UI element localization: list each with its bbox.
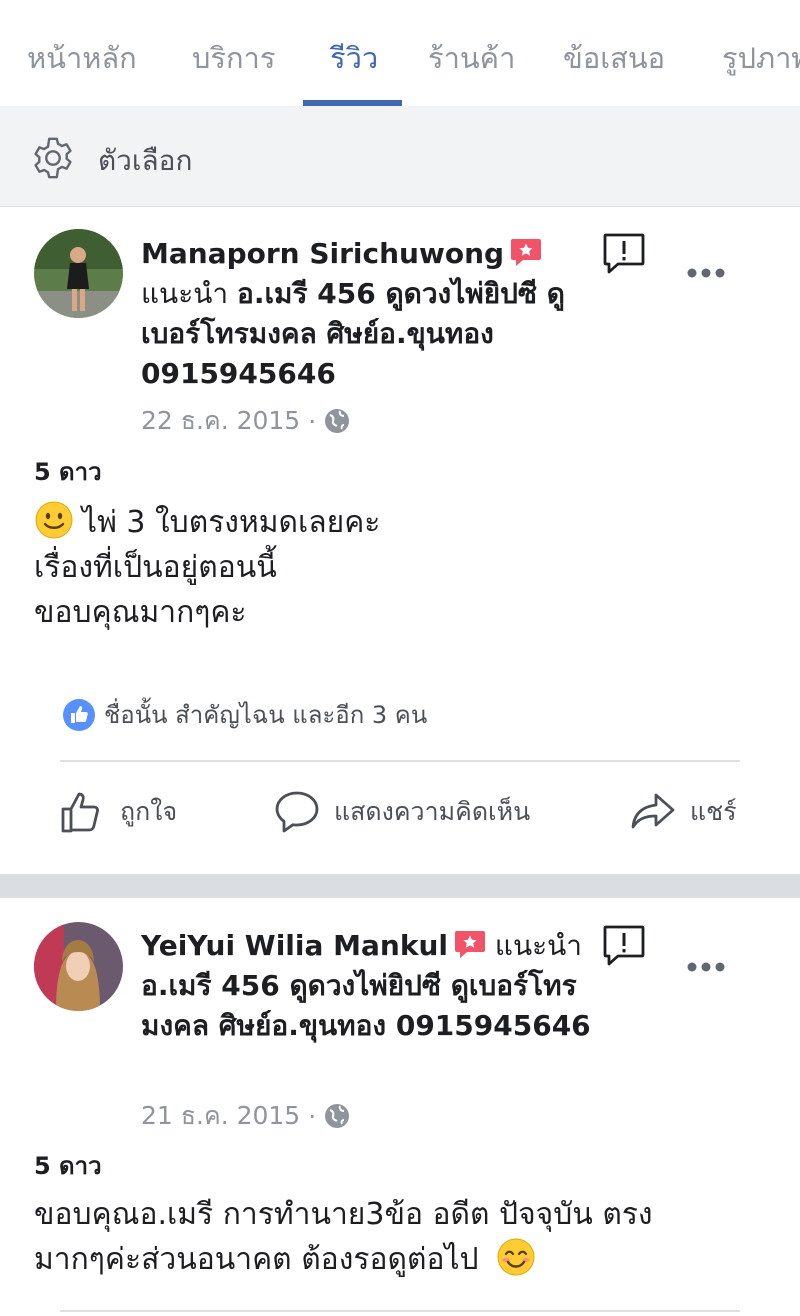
tab-offers[interactable]: ข้อเสนอ	[563, 35, 665, 81]
review-date[interactable]: 21 ธ.ค. 2015	[141, 1096, 300, 1136]
review-text-line: มากๆค่ะส่วนอนาคต ต้องรอดูต่อไป	[34, 1242, 479, 1277]
tab-shop[interactable]: ร้านค้า	[428, 35, 515, 81]
recommend-badge-icon	[454, 931, 485, 958]
review-text-line: เรื่องที่เป็นอยู่ตอนนี้	[34, 550, 277, 585]
share-arrow-icon	[631, 793, 675, 829]
section-separator	[0, 874, 800, 898]
reactions-text: ชื่อนั้น สำคัญไฉน และอีก 3 คน	[104, 701, 428, 729]
globe-icon	[325, 409, 350, 433]
review-text: ขอบคุณอ.เมรี การทำนาย3ข้อ อดีต ปัจจุบัน …	[34, 1192, 774, 1282]
divider	[60, 1310, 740, 1312]
options-bar[interactable]: ตัวเลือก	[0, 106, 800, 207]
review-text: ไพ่ 3 ใบตรงหมดเลยคะ เรื่องที่เป็นอยู่ตอน…	[34, 500, 774, 635]
page-name-link[interactable]: อ.เมรี 456 ดูดวงไพ่ยิปซี ดูเบอร์โทรมงคล …	[141, 969, 591, 1042]
tab-photos[interactable]: รูปภาพ	[722, 35, 800, 81]
meta-separator: ·	[308, 1101, 317, 1131]
review-card: Manaporn Sirichuwong แนะนำ อ.เมรี 456 ดู…	[0, 207, 800, 874]
reviewer-name[interactable]: YeiYui Wilia Mankul	[141, 929, 448, 962]
review-text-line: ไพ่ 3 ใบตรงหมดเลยคะ	[82, 505, 381, 540]
review-card: YeiYui Wilia Mankul แนะนำ อ.เมรี 456 ดูด…	[0, 898, 800, 1316]
review-text-line: ขอบคุณมากๆคะ	[34, 595, 247, 630]
more-options-icon[interactable]	[686, 960, 726, 974]
review-header: YeiYui Wilia Mankul แนะนำ อ.เมรี 456 ดูด…	[141, 926, 591, 1046]
reviewer-name[interactable]: Manaporn Sirichuwong	[141, 237, 504, 270]
recommends-label: แนะนำ	[141, 277, 229, 310]
avatar[interactable]	[34, 229, 123, 318]
like-label: ถูกใจ	[120, 797, 178, 826]
smiling-face-with-smiling-eyes-icon	[497, 1238, 535, 1276]
avatar[interactable]	[34, 922, 123, 1011]
tab-home[interactable]: หน้าหลัก	[27, 35, 137, 81]
more-options-icon[interactable]	[686, 266, 726, 280]
review-header: Manaporn Sirichuwong แนะนำ อ.เมรี 456 ดู…	[141, 234, 591, 394]
like-badge-icon	[63, 698, 95, 731]
report-icon[interactable]	[602, 232, 646, 276]
slightly-smiling-face-icon	[35, 501, 73, 539]
review-text-line: ขอบคุณอ.เมรี การทำนาย3ข้อ อดีต ปัจจุบัน …	[34, 1197, 653, 1232]
reactions-summary[interactable]: ชื่อนั้น สำคัญไฉน และอีก 3 คน	[62, 695, 427, 734]
recommends-label: แนะนำ	[494, 929, 582, 962]
share-button[interactable]: แชร์	[630, 789, 737, 835]
globe-icon	[325, 1104, 350, 1128]
review-date[interactable]: 22 ธ.ค. 2015	[141, 401, 300, 441]
review-meta: 22 ธ.ค. 2015 ·	[141, 401, 350, 441]
share-label: แชร์	[690, 797, 737, 826]
tab-reviews[interactable]: รีวิว	[330, 35, 378, 81]
star-rating: 5 ดาว	[34, 1152, 102, 1180]
comment-button[interactable]: แสดงความคิดเห็น	[274, 789, 530, 835]
gear-icon	[34, 137, 72, 179]
comment-icon	[275, 791, 319, 833]
meta-separator: ·	[308, 406, 317, 436]
thumbs-up-icon	[61, 792, 99, 833]
like-button[interactable]: ถูกใจ	[60, 789, 177, 835]
options-label: ตัวเลือก	[98, 144, 193, 177]
review-meta: 21 ธ.ค. 2015 ·	[141, 1096, 350, 1136]
tab-bar: หน้าหลัก บริการ รีวิว ร้านค้า ข้อเสนอ รู…	[0, 0, 800, 106]
tab-services[interactable]: บริการ	[192, 35, 275, 81]
star-rating: 5 ดาว	[34, 458, 102, 486]
divider	[60, 760, 740, 762]
recommend-badge-icon	[511, 239, 542, 266]
report-icon[interactable]	[602, 924, 646, 968]
comment-label: แสดงความคิดเห็น	[334, 797, 531, 826]
